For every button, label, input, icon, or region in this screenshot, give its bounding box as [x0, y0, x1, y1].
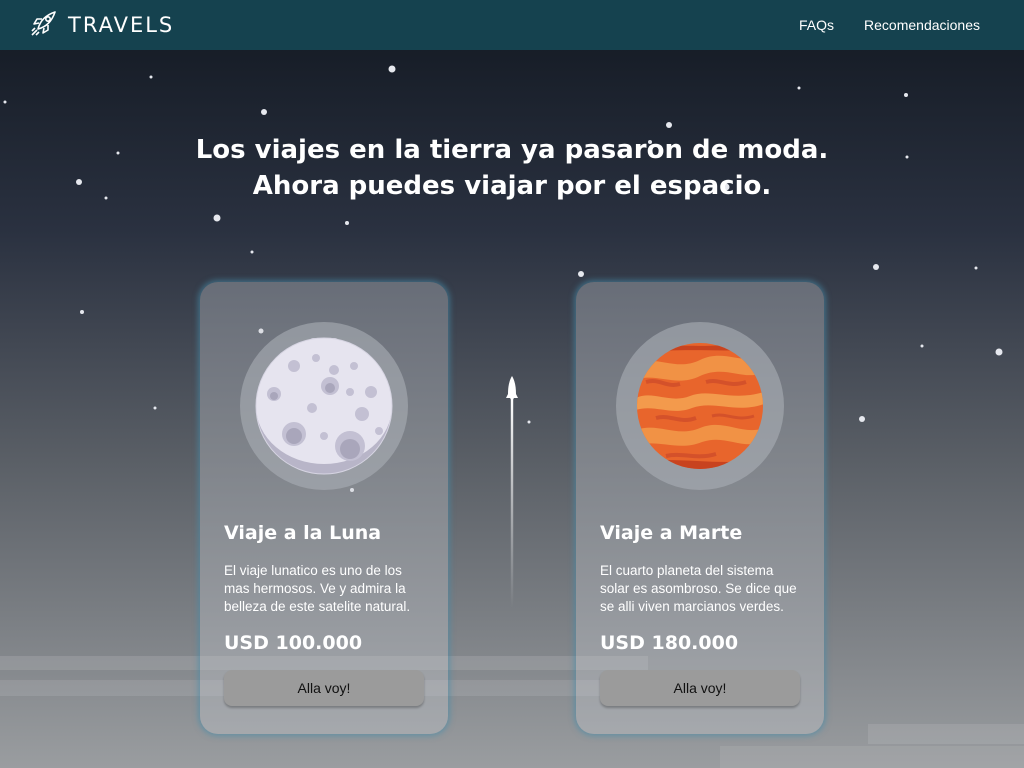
nav-link-faqs[interactable]: FAQs — [799, 17, 834, 33]
hero-line-2: Ahora puedes viajar por el espacio. — [252, 171, 772, 201]
card-price: USD 180.000 — [600, 632, 739, 654]
moon-icon — [255, 337, 393, 475]
card-price: USD 100.000 — [224, 632, 363, 654]
moon-halo — [240, 322, 408, 490]
hero-heading: Los viajes en la tierra ya pasaron de mo… — [0, 132, 1024, 204]
rocket-trail-icon — [506, 376, 518, 608]
card-title: Viaje a Marte — [600, 522, 743, 544]
book-moon-button[interactable]: Alla voy! — [224, 670, 424, 706]
card-title: Viaje a la Luna — [224, 522, 382, 544]
brand[interactable]: TRAVELS — [28, 7, 174, 43]
ground-band — [868, 724, 1024, 744]
navbar: TRAVELS FAQs Recomendaciones — [0, 0, 1024, 50]
trip-card-moon: Viaje a la Luna El viaje lunatico es uno… — [200, 282, 448, 734]
rocket-logo-icon — [28, 7, 60, 43]
nav-links: FAQs Recomendaciones — [799, 17, 980, 33]
card-description: El viaje lunatico es uno de los mas herm… — [224, 563, 411, 614]
nav-link-recomendaciones[interactable]: Recomendaciones — [864, 17, 980, 33]
card-description: El cuarto planeta del sistema solar es a… — [600, 563, 797, 614]
mars-icon — [637, 343, 763, 469]
trip-card-mars: Viaje a Marte El cuarto planeta del sist… — [576, 282, 824, 734]
ground-band — [720, 746, 1024, 768]
brand-name: TRAVELS — [68, 13, 175, 37]
hero-line-1: Los viajes en la tierra ya pasaron de mo… — [195, 135, 829, 165]
book-mars-button[interactable]: Alla voy! — [600, 670, 800, 706]
mars-halo — [616, 322, 784, 490]
